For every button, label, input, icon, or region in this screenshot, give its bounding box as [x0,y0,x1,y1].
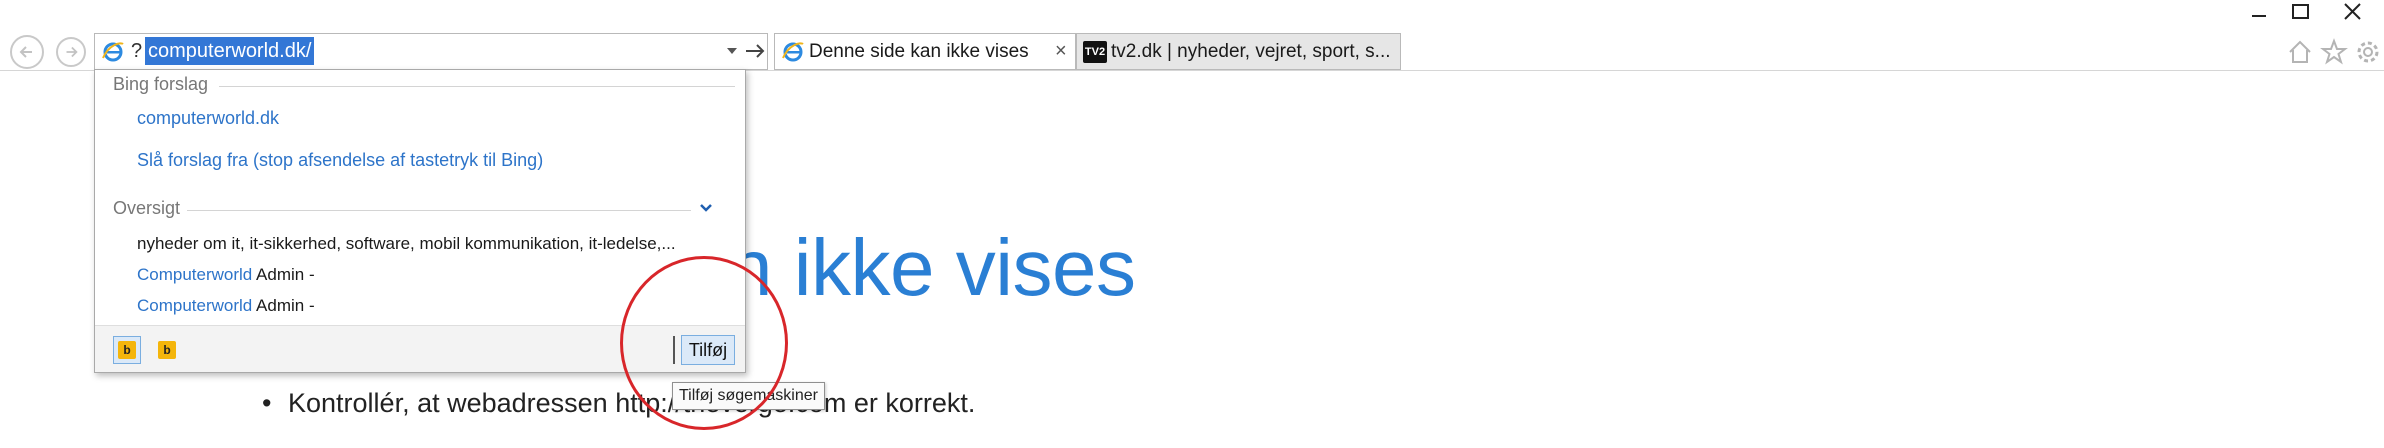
minimize-icon[interactable] [2248,0,2272,28]
ie-logo-icon [782,42,804,62]
ie-logo-icon [102,42,124,62]
maximize-icon[interactable] [2288,0,2314,28]
footer-separator [673,336,675,364]
bing-provider-button[interactable]: b [153,336,181,364]
forward-arrow-icon [66,46,78,58]
bing-suggestion-item[interactable]: computerworld.dk [137,108,279,129]
search-provider-bar: b b Tilføj [95,325,745,372]
page-heading: n ikke vises [728,223,1136,312]
tv2-logo-icon: TV2 [1083,41,1107,63]
close-icon[interactable] [2340,0,2366,28]
history-item[interactable]: nyheder om it, it-sikkerhed, software, m… [137,234,676,254]
overview-header: Oversigt [113,198,181,218]
history-item-text: Admin - [252,265,315,284]
bing-suggestions-off-link[interactable]: Slå forslag fra (stop afsendelse af tast… [137,150,543,171]
address-dropdown-icon[interactable] [727,48,737,54]
bing-provider-icon: b [158,341,176,359]
history-item-link: Computerworld [137,296,253,315]
back-button[interactable] [10,35,44,69]
chevron-down-icon[interactable] [699,202,713,214]
tab-tv2[interactable]: TV2 tv2.dk | nyheder, vejret, sport, s..… [1076,33,1401,70]
bing-provider-icon: b [118,341,136,359]
bullet-marker: • [262,388,272,418]
history-item-link: Computerworld [137,265,253,284]
address-prefix: ? [131,40,143,62]
tab-title: tv2.dk | nyheder, vejret, sport, s... [1111,41,1391,62]
history-item[interactable]: Computerworld Admin - [137,296,315,316]
history-item-text: Admin - [252,296,315,315]
suggestions-dropdown: Bing forslag computerworld.dk Slå forsla… [94,69,746,373]
bing-suggestions-header: Bing forslag [113,74,209,94]
settings-gear-icon[interactable] [2354,38,2382,66]
add-search-provider-button[interactable]: Tilføj [681,335,735,365]
section-divider [187,210,691,211]
bullet-text: Kontrollér, at webadressen http://thever… [288,388,976,418]
back-arrow-icon [19,46,32,58]
forward-button[interactable] [56,37,86,67]
home-icon[interactable] [2286,38,2314,66]
address-url-input[interactable]: computerworld.dk/ [145,37,315,65]
tab-close-icon[interactable]: × [1055,34,1067,69]
bing-provider-button[interactable]: b [113,336,141,364]
favorites-star-icon[interactable] [2320,38,2348,66]
tab-title: Denne side kan ikke vises [809,41,1029,62]
tab-active[interactable]: Denne side kan ikke vises × [774,33,1076,70]
add-search-providers-tooltip: Tilføj søgemaskiner [672,382,825,410]
address-bar[interactable]: ? computerworld.dk/ [94,33,768,70]
page-bullet-item: • Kontrollér, at webadressen http://theve… [262,388,975,419]
section-divider [219,86,735,87]
history-item-text: nyheder om it, it-sikkerhed, software, m… [137,234,676,253]
go-arrow-icon[interactable] [743,38,767,64]
history-item[interactable]: Computerworld Admin - [137,265,315,285]
